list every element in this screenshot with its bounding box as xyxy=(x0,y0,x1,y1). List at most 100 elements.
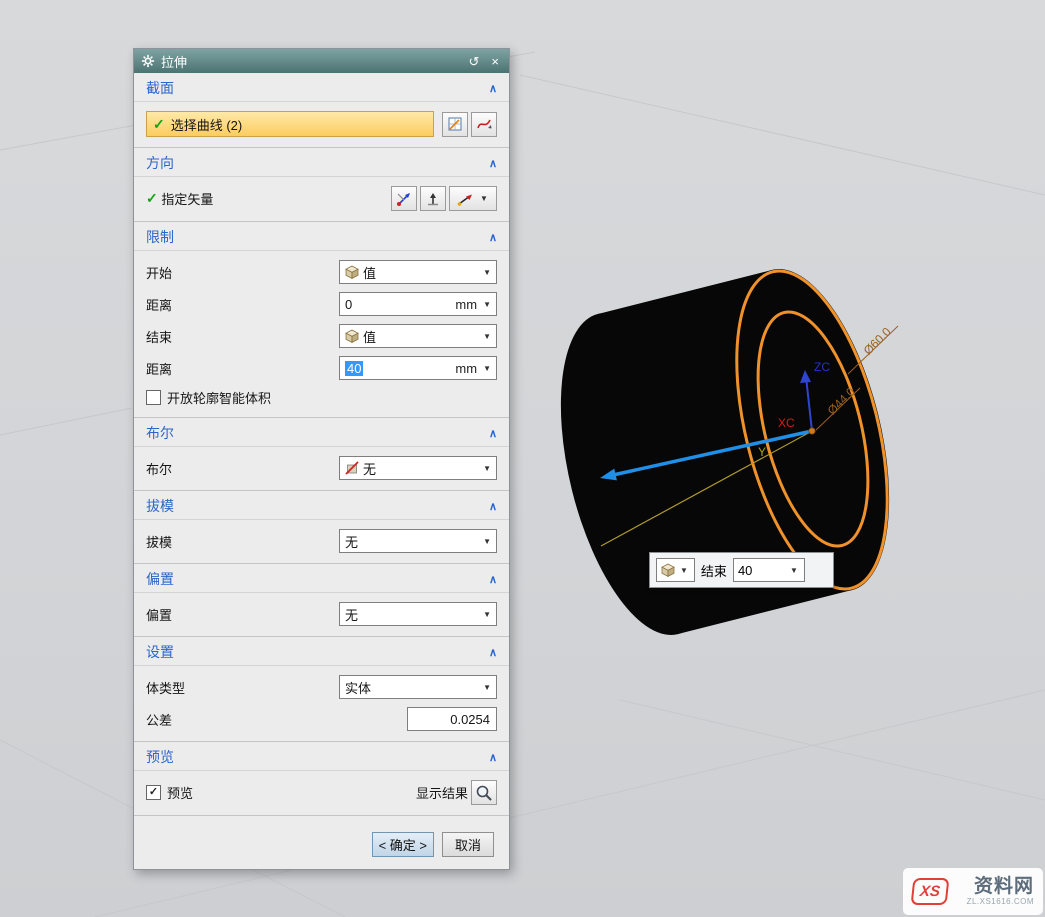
chevron-down-icon: ▼ xyxy=(788,566,800,575)
outer-diameter-dimension[interactable]: Ø60.0 xyxy=(861,324,894,357)
value-cube-icon xyxy=(345,329,359,343)
offset-value: 无 xyxy=(345,605,477,624)
show-result-label: 显示结果 xyxy=(416,783,468,802)
section-header-limits[interactable]: 限制 ∧ xyxy=(134,222,509,251)
draft-label: 拔模 xyxy=(146,532,172,551)
preview-checkbox[interactable]: ✓ 预览 xyxy=(146,783,193,802)
watermark-logo-text: XS xyxy=(919,883,941,900)
offset-label: 偏置 xyxy=(146,605,172,624)
chevron-down-icon: ▼ xyxy=(481,300,493,309)
cancel-button[interactable]: 取消 xyxy=(442,832,494,857)
section-header-draft[interactable]: 拔模 ∧ xyxy=(134,491,509,520)
preview-label: 预览 xyxy=(167,783,193,802)
end-distance-input[interactable]: 40 mm ▼ xyxy=(339,356,497,380)
floating-end-distance-value: 40 xyxy=(738,563,785,578)
check-icon: ✓ xyxy=(153,116,165,133)
value-cube-icon xyxy=(661,563,675,577)
section-header-offset[interactable]: 偏置 ∧ xyxy=(134,564,509,593)
section-group-preview: 预览 ∧ ✓ 预览 显示结果 xyxy=(134,742,509,816)
start-distance-input[interactable]: 0 mm ▼ xyxy=(339,292,497,316)
offset-dropdown[interactable]: 无 ▼ xyxy=(339,602,497,626)
chevron-up-icon[interactable]: ∧ xyxy=(489,427,497,440)
chevron-up-icon[interactable]: ∧ xyxy=(489,157,497,170)
vector-dialog-button[interactable] xyxy=(391,186,417,211)
section-header-section[interactable]: 截面 ∧ xyxy=(134,73,509,102)
value-cube-icon xyxy=(345,265,359,279)
preview-checkbox-box[interactable]: ✓ xyxy=(146,785,161,800)
body-type-value: 实体 xyxy=(345,678,477,697)
start-distance-value: 0 xyxy=(345,297,451,312)
floating-end-distance-input[interactable]: 40 ▼ xyxy=(733,558,805,582)
check-icon: ✓ xyxy=(149,787,158,798)
inferred-vector-icon xyxy=(425,191,441,207)
sketch-icon xyxy=(447,116,463,132)
end-mode-dropdown[interactable]: 值 ▼ xyxy=(339,324,497,348)
zc-axis-label: ZC xyxy=(814,360,830,374)
boolean-none-icon xyxy=(345,461,359,475)
dialog-titlebar[interactable]: 拉伸 ↺ × xyxy=(134,49,509,73)
start-distance-label: 距离 xyxy=(146,295,172,314)
chevron-down-icon: ▼ xyxy=(481,268,493,277)
vector-type-dropdown[interactable]: ▼ xyxy=(449,186,497,211)
chevron-up-icon[interactable]: ∧ xyxy=(489,231,497,244)
close-icon[interactable]: × xyxy=(488,55,502,68)
open-profile-checkbox-box[interactable] xyxy=(146,390,161,405)
tolerance-label: 公差 xyxy=(146,710,172,729)
reset-icon[interactable]: ↺ xyxy=(466,55,483,68)
origin-point[interactable] xyxy=(809,428,815,434)
section-group-settings: 设置 ∧ 体类型 实体 ▼ 公差 0.0254 xyxy=(134,637,509,742)
show-result-button[interactable] xyxy=(471,780,497,805)
sketch-section-button[interactable] xyxy=(442,112,468,137)
section-header-direction[interactable]: 方向 ∧ xyxy=(134,148,509,177)
section-title: 布尔 xyxy=(146,423,174,443)
tolerance-value: 0.0254 xyxy=(450,712,490,727)
body-type-dropdown[interactable]: 实体 ▼ xyxy=(339,675,497,699)
boolean-label: 布尔 xyxy=(146,459,172,478)
open-profile-checkbox[interactable]: 开放轮廓智能体积 xyxy=(146,388,271,407)
chevron-up-icon[interactable]: ∧ xyxy=(489,751,497,764)
tolerance-input[interactable]: 0.0254 xyxy=(407,707,497,731)
chevron-down-icon: ▼ xyxy=(481,537,493,546)
select-curve-label: 选择曲线 (2) xyxy=(171,115,243,134)
watermark-url: ZL.XS1616.COM xyxy=(967,897,1034,906)
section-title: 拔模 xyxy=(146,496,174,516)
open-profile-label: 开放轮廓智能体积 xyxy=(167,388,271,407)
chevron-up-icon[interactable]: ∧ xyxy=(489,500,497,513)
chevron-down-icon: ▼ xyxy=(481,332,493,341)
section-group-boolean: 布尔 ∧ 布尔 无 ▼ xyxy=(134,418,509,491)
limits-end-row: 结束 值 ▼ xyxy=(134,320,509,352)
chevron-down-icon: ▼ xyxy=(481,610,493,619)
dialog-title: 拉伸 xyxy=(161,52,460,71)
section-header-settings[interactable]: 设置 ∧ xyxy=(134,637,509,666)
section-title: 限制 xyxy=(146,227,174,247)
end-label: 结束 xyxy=(146,327,172,346)
open-profile-row: 开放轮廓智能体积 xyxy=(134,384,509,411)
limit-mode-dropdown[interactable]: ▼ xyxy=(656,558,695,582)
section-title: 偏置 xyxy=(146,569,174,589)
start-mode-dropdown[interactable]: 值 ▼ xyxy=(339,260,497,284)
xc-axis-label: XC xyxy=(778,416,795,430)
check-icon: ✓ xyxy=(146,190,158,207)
select-curve-field[interactable]: ✓ 选择曲线 (2) xyxy=(146,111,434,137)
draft-dropdown[interactable]: 无 ▼ xyxy=(339,529,497,553)
start-distance-unit: mm xyxy=(455,297,477,312)
extrude-dialog: 拉伸 ↺ × 截面 ∧ ✓ 选择曲线 (2) xyxy=(133,48,510,870)
gear-icon[interactable] xyxy=(141,54,155,68)
inferred-vector-button[interactable] xyxy=(420,186,446,211)
curve-rule-button[interactable] xyxy=(471,112,497,137)
section-group-section: 截面 ∧ ✓ 选择曲线 (2) xyxy=(134,73,509,148)
section-group-draft: 拔模 ∧ 拔模 无 ▼ xyxy=(134,491,509,564)
boolean-value: 无 xyxy=(363,459,477,478)
section-header-boolean[interactable]: 布尔 ∧ xyxy=(134,418,509,447)
end-distance-unit: mm xyxy=(455,361,477,376)
onscreen-input-bar: ▼ 结束 40 ▼ xyxy=(649,552,834,588)
section-title: 预览 xyxy=(146,747,174,767)
ok-button[interactable]: < 确定 > xyxy=(372,832,434,857)
section-header-preview[interactable]: 预览 ∧ xyxy=(134,742,509,771)
section-title: 方向 xyxy=(146,153,174,173)
chevron-up-icon[interactable]: ∧ xyxy=(489,573,497,586)
boolean-dropdown[interactable]: 无 ▼ xyxy=(339,456,497,480)
chevron-up-icon[interactable]: ∧ xyxy=(489,82,497,95)
end-distance-label: 距离 xyxy=(146,359,172,378)
chevron-up-icon[interactable]: ∧ xyxy=(489,646,497,659)
